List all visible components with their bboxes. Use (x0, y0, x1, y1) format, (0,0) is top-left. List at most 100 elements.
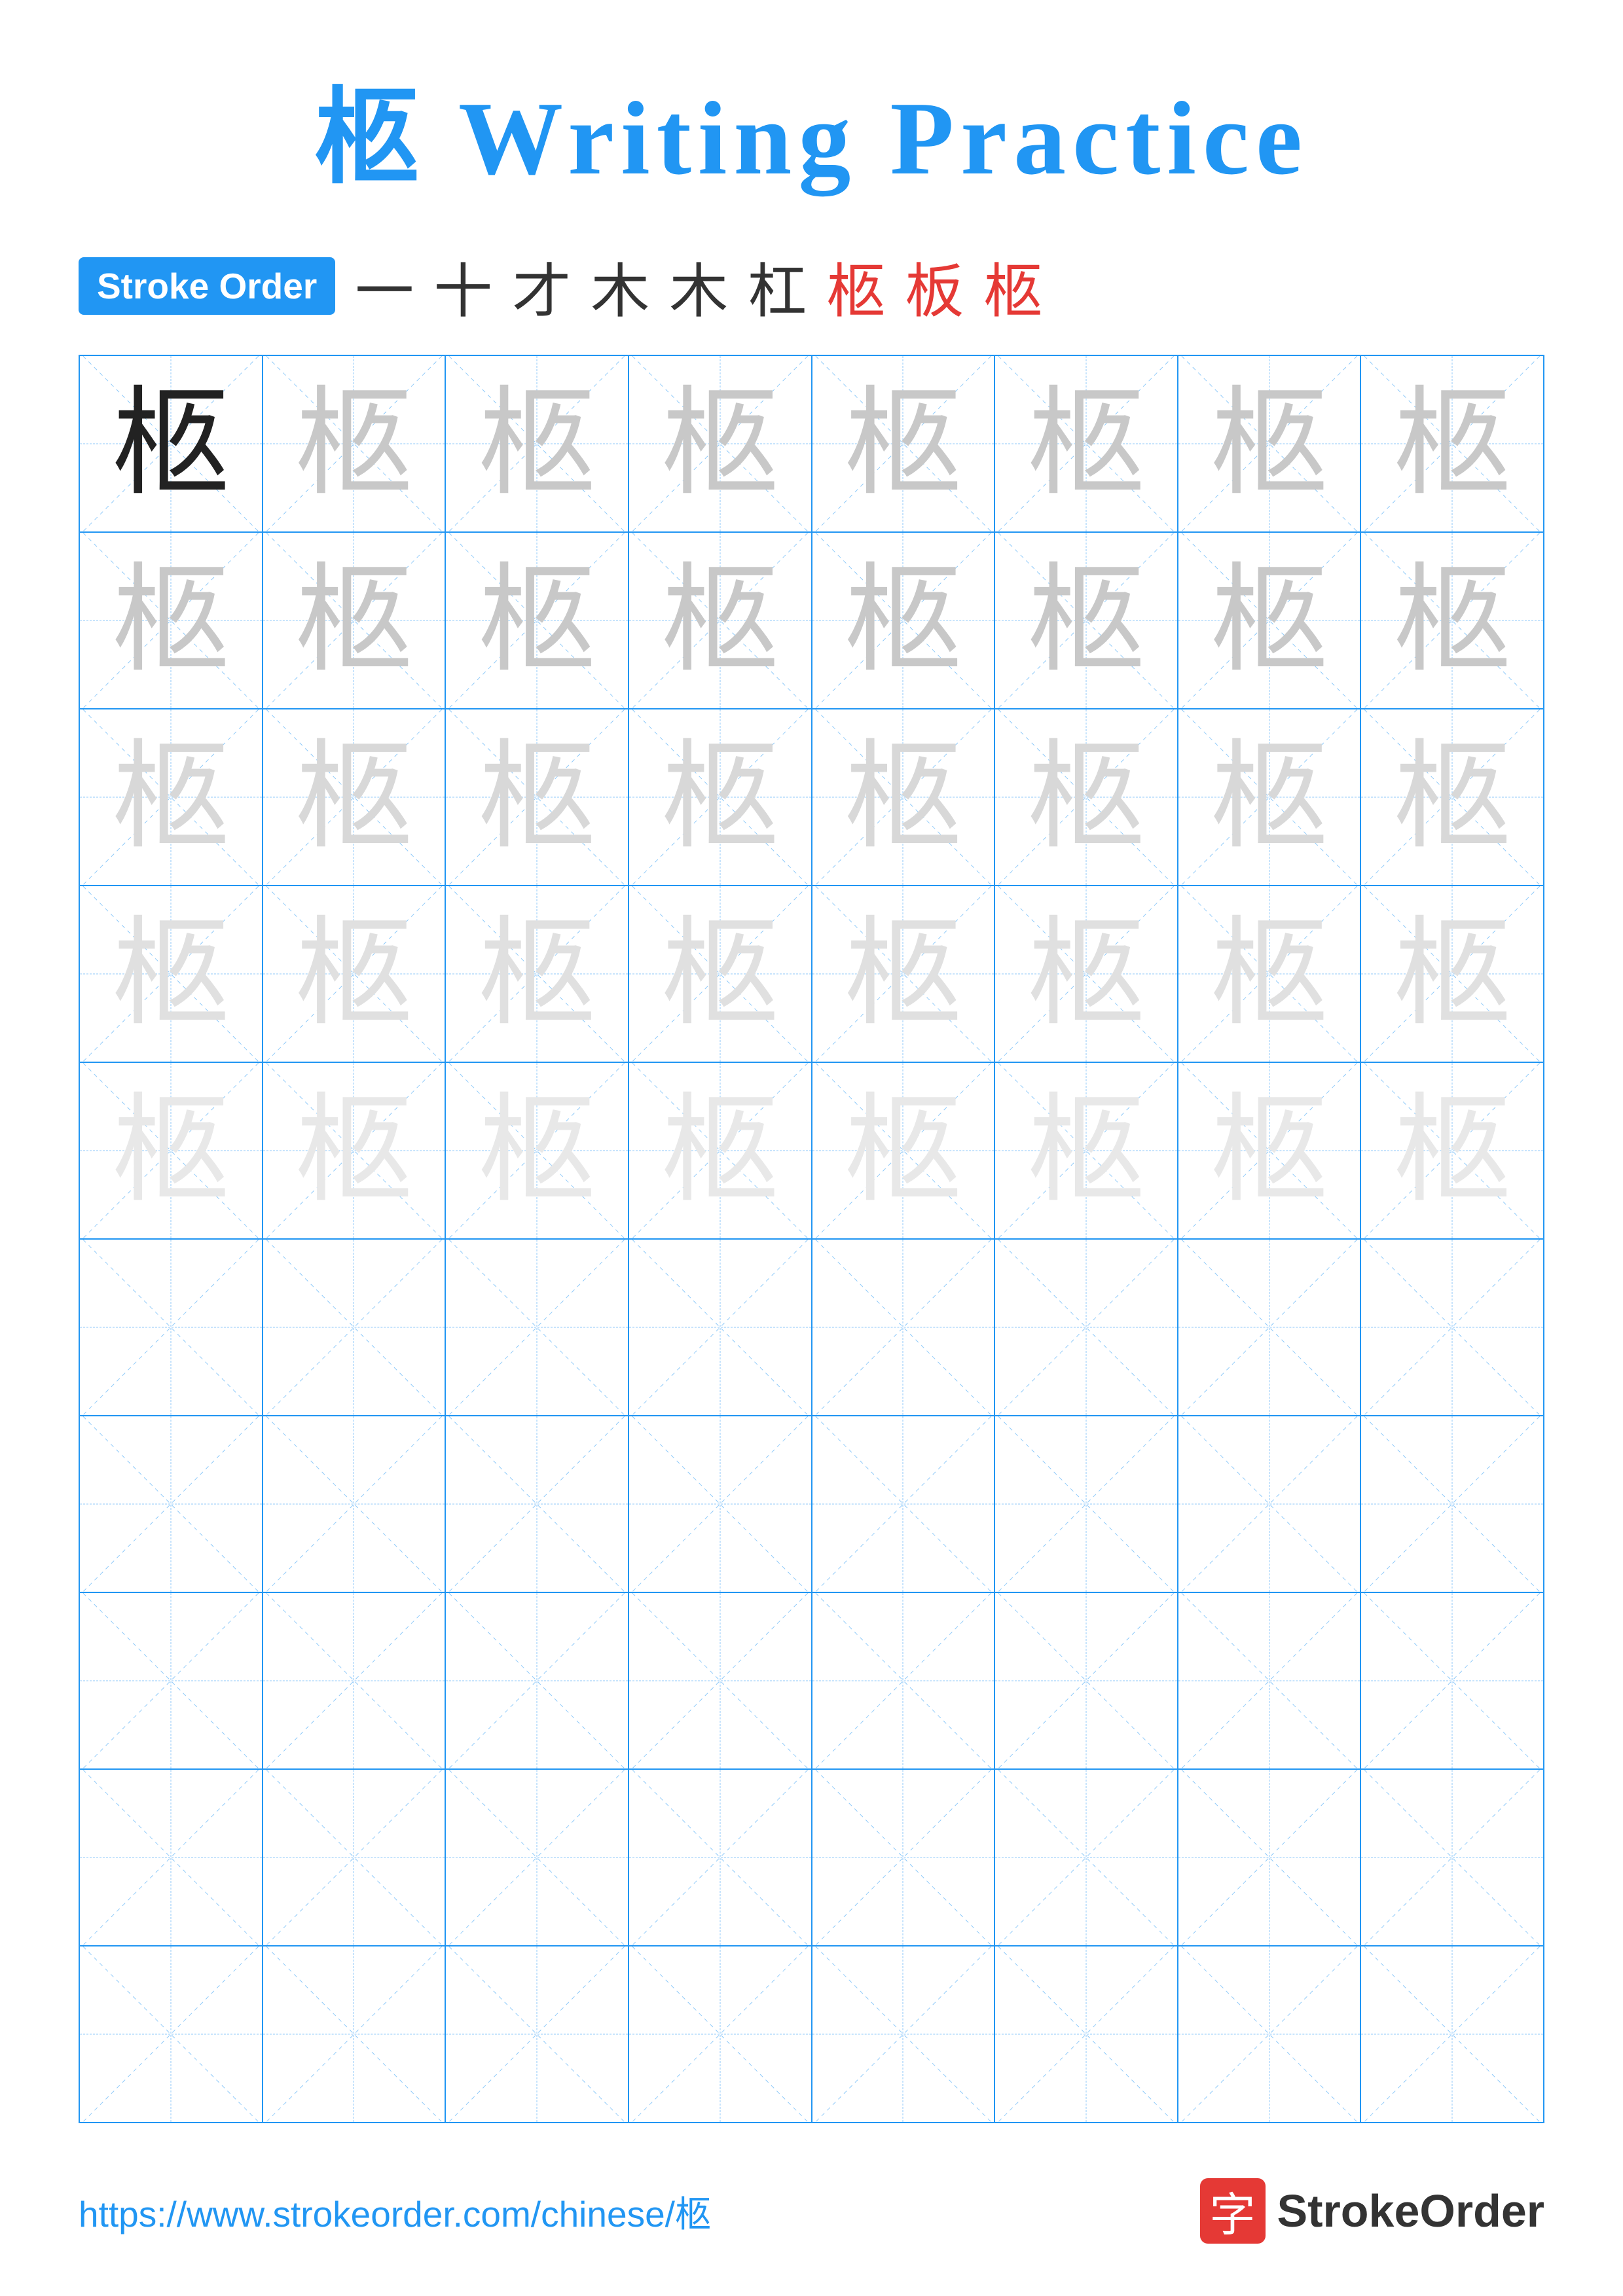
grid-cell[interactable]: 柩 (263, 533, 447, 708)
grid-cell[interactable]: 柩 (995, 886, 1178, 1062)
grid-cell[interactable] (995, 1240, 1178, 1415)
grid-cell[interactable] (995, 1946, 1178, 2122)
grid-cell[interactable]: 柩 (629, 1063, 812, 1238)
grid-cell[interactable] (80, 1946, 263, 2122)
grid-cell[interactable] (80, 1416, 263, 1592)
grid-cell[interactable]: 柩 (629, 533, 812, 708)
grid-cell[interactable] (995, 1593, 1178, 1768)
stroke-6: 杠 (748, 243, 807, 329)
grid-cell[interactable] (812, 1770, 996, 1945)
grid-cell[interactable]: 柩 (1178, 1063, 1362, 1238)
grid-cell[interactable] (80, 1240, 263, 1415)
grid-row[interactable]: 柩 柩 柩 柩 柩 柩 柩 柩 (80, 533, 1543, 709)
stroke-order-section: Stroke Order 一 十 才 木 木 杠 柩 板 柩 (0, 243, 1623, 329)
grid-cell[interactable]: 柩 (1361, 356, 1543, 531)
grid-row[interactable]: 柩 柩 柩 柩 柩 柩 柩 柩 (80, 1063, 1543, 1240)
grid-row[interactable] (80, 1593, 1543, 1770)
grid-cell[interactable] (1361, 1416, 1543, 1592)
stroke-1: 一 (355, 243, 414, 329)
grid-cell[interactable] (1178, 1593, 1362, 1768)
grid-cell[interactable] (80, 1593, 263, 1768)
grid-cell[interactable]: 柩 (80, 533, 263, 708)
grid-cell[interactable]: 柩 (263, 709, 447, 885)
stroke-2: 十 (433, 243, 492, 329)
grid-cell[interactable]: 柩 (995, 709, 1178, 885)
grid-cell[interactable]: 柩 (446, 533, 629, 708)
grid-cell[interactable]: 柩 (812, 1063, 996, 1238)
grid-cell[interactable]: 柩 (80, 886, 263, 1062)
grid-cell[interactable]: 柩 (263, 886, 447, 1062)
grid-cell[interactable] (263, 1946, 447, 2122)
grid-cell[interactable] (812, 1946, 996, 2122)
grid-cell[interactable]: 柩 (995, 1063, 1178, 1238)
grid-cell[interactable] (263, 1593, 447, 1768)
grid-cell[interactable] (629, 1593, 812, 1768)
grid-row[interactable] (80, 1416, 1543, 1593)
title-section: 柩 Writing Practice (0, 0, 1623, 204)
grid-cell[interactable]: 柩 (995, 356, 1178, 531)
grid-cell[interactable] (1361, 1240, 1543, 1415)
grid-row[interactable] (80, 1946, 1543, 2122)
grid-cell[interactable]: 柩 (446, 356, 629, 531)
grid-cell[interactable]: 柩 (263, 356, 447, 531)
grid-cell[interactable]: 柩 (812, 886, 996, 1062)
grid-cell[interactable]: 柩 (812, 709, 996, 885)
stroke-order-badge: Stroke Order (79, 257, 335, 315)
grid-cell[interactable]: 柩 (1178, 356, 1362, 531)
grid-cell[interactable]: 柩 (1361, 1063, 1543, 1238)
grid-cell[interactable] (629, 1240, 812, 1415)
grid-cell[interactable]: 柩 (446, 886, 629, 1062)
grid-cell[interactable] (812, 1593, 996, 1768)
grid-cell[interactable]: 柩 (1361, 533, 1543, 708)
stroke-4: 木 (591, 243, 649, 329)
grid-cell[interactable] (446, 1770, 629, 1945)
grid-row[interactable]: 柩 柩 柩 柩 柩 柩 柩 柩 (80, 356, 1543, 533)
practice-grid: 柩 柩 柩 柩 柩 柩 柩 柩 (79, 355, 1544, 2123)
grid-cell[interactable] (1178, 1946, 1362, 2122)
grid-cell[interactable] (446, 1416, 629, 1592)
grid-cell[interactable]: 柩 (1178, 533, 1362, 708)
grid-cell[interactable] (1178, 1770, 1362, 1945)
grid-cell[interactable]: 柩 (629, 886, 812, 1062)
grid-cell[interactable] (629, 1946, 812, 2122)
grid-cell[interactable] (1361, 1946, 1543, 2122)
grid-cell[interactable]: 柩 (812, 533, 996, 708)
grid-cell[interactable] (263, 1416, 447, 1592)
grid-cell[interactable] (995, 1770, 1178, 1945)
grid-cell[interactable]: 柩 (80, 356, 263, 531)
grid-cell[interactable]: 柩 (995, 533, 1178, 708)
grid-cell[interactable] (1178, 1240, 1362, 1415)
grid-cell[interactable]: 柩 (80, 1063, 263, 1238)
grid-cell[interactable] (629, 1416, 812, 1592)
grid-cell[interactable]: 柩 (1361, 886, 1543, 1062)
grid-row[interactable] (80, 1770, 1543, 1946)
grid-cell[interactable] (263, 1240, 447, 1415)
grid-cell[interactable] (812, 1240, 996, 1415)
grid-cell[interactable] (446, 1946, 629, 2122)
grid-row[interactable]: 柩 柩 柩 柩 柩 柩 柩 柩 (80, 886, 1543, 1063)
grid-cell[interactable]: 柩 (812, 356, 996, 531)
grid-cell[interactable] (812, 1416, 996, 1592)
grid-cell[interactable]: 柩 (629, 356, 812, 531)
grid-cell[interactable] (446, 1593, 629, 1768)
footer-url[interactable]: https://www.strokeorder.com/chinese/柩 (79, 2185, 711, 2237)
grid-row[interactable] (80, 1240, 1543, 1416)
grid-cell[interactable] (1361, 1770, 1543, 1945)
grid-cell[interactable]: 柩 (1178, 709, 1362, 885)
grid-cell[interactable] (1178, 1416, 1362, 1592)
grid-cell[interactable]: 柩 (446, 709, 629, 885)
stroke-7: 柩 (826, 243, 885, 329)
grid-cell[interactable]: 柩 (80, 709, 263, 885)
grid-cell[interactable] (263, 1770, 447, 1945)
grid-cell[interactable] (1361, 1593, 1543, 1768)
grid-cell[interactable]: 柩 (629, 709, 812, 885)
grid-cell[interactable]: 柩 (1361, 709, 1543, 885)
grid-cell[interactable]: 柩 (263, 1063, 447, 1238)
grid-cell[interactable] (995, 1416, 1178, 1592)
grid-cell[interactable]: 柩 (1178, 886, 1362, 1062)
grid-row[interactable]: 柩 柩 柩 柩 柩 柩 柩 柩 (80, 709, 1543, 886)
grid-cell[interactable]: 柩 (446, 1063, 629, 1238)
grid-cell[interactable] (80, 1770, 263, 1945)
grid-cell[interactable] (446, 1240, 629, 1415)
grid-cell[interactable] (629, 1770, 812, 1945)
